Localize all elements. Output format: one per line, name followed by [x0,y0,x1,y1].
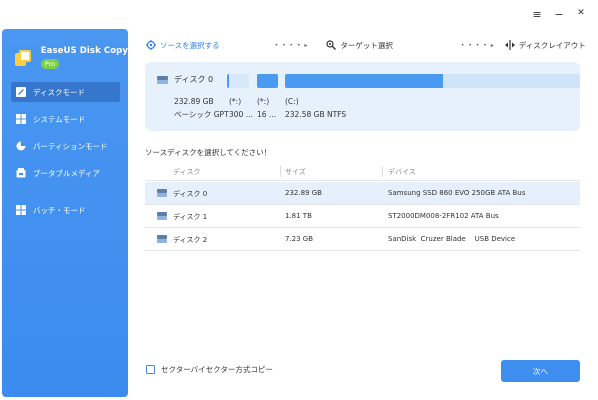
sidebar-item-disk-mode[interactable]: ディスクモード [11,82,120,102]
column-header-size[interactable]: サイズ [285,167,306,177]
app-logo: EaseUS Disk Copy Pro [2,29,128,69]
batch-mode-icon [16,205,26,215]
table-row[interactable]: ディスク 0 232.89 GB Samsung SSD 860 EVO 250… [145,182,580,204]
usb-disk-icon [157,235,167,243]
sidebar-item-system-mode[interactable]: システムモード [11,109,120,129]
partition-info-1: (*:) 300 ... [229,95,253,121]
disk-type: ベーシック GPT [174,110,229,119]
disk-info: 232.89 GB ベーシック GPT [174,95,229,121]
sidebar-item-label: システムモード [33,114,86,124]
partition-name: (C:) [285,97,299,106]
disk-icon [157,212,167,220]
cell-device: SanDisk Cruzer Blade USB Device [388,235,516,243]
sidebar-item-batch-mode[interactable]: バッチ・モード [11,200,120,220]
next-button[interactable]: 次へ [501,360,580,382]
app-window: ≡ − ✕ EaseUS Disk Copy Pro ディスクモード システムモ… [0,0,598,400]
step-label: ターゲット選択 [340,40,393,50]
disk-mode-icon [16,87,26,97]
cell-size: 1.81 TB [285,212,312,220]
sidebar-item-partition-mode[interactable]: パーティションモード [11,136,120,156]
wizard-steps: ソースを選択する • • • • ▸ ターゲット選択 • • • • ▸ ディス… [146,38,586,52]
sector-by-sector-option[interactable]: セクターバイセクター方式コピー [146,364,273,375]
cell-disk: ディスク 1 [173,213,208,221]
source-disk-prompt: ソースディスクを選択してください！ [145,148,272,157]
cell-disk: ディスク 0 [173,190,208,198]
cell-disk: ディスク 2 [173,236,208,244]
window-controls: ≡ − ✕ [526,8,592,21]
step-select-target[interactable]: ターゲット選択 [326,40,393,51]
partition-name: (*:) [257,97,270,106]
sector-by-sector-checkbox[interactable] [146,365,155,374]
divider [145,250,580,251]
step-separator: • • • • ▸ [460,41,495,49]
sidebar-nav: ディスクモード システムモード パーティションモード ブータブルメディア バッチ… [2,82,128,220]
sidebar-item-label: バッチ・モード [33,205,86,215]
table-row[interactable]: ディスク 2 7.23 GB SanDisk Cruzer Blade USB … [145,228,580,250]
menu-icon[interactable]: ≡ [526,8,548,21]
disk-table-header: ディスク サイズ デバイス [145,164,580,179]
sector-by-sector-label: セクターバイセクター方式コピー [161,365,273,374]
disk-size: 232.89 GB [174,97,214,106]
step-label: ソースを選択する [160,40,220,50]
partition-info-2: (*:) 16 ... [257,95,276,121]
sidebar-item-bootable-media[interactable]: ブータブルメディア [11,163,120,183]
app-name: EaseUS Disk Copy [40,46,128,56]
step-select-source[interactable]: ソースを選択する [146,40,220,51]
pie-chart-icon [16,141,26,151]
partition-bar-3[interactable] [285,74,580,88]
pro-badge: Pro [40,59,60,69]
close-icon[interactable]: ✕ [570,8,592,21]
partition-used-fill [285,74,443,88]
partition-info-3: (C:) 232.58 GB NTFS [285,95,346,121]
sidebar-item-label: ブータブルメディア [33,168,100,178]
selected-disk-panel: ディスク 0 232.89 GB ベーシック GPT (*:) 300 ... … [145,62,580,131]
crosshair-icon [146,40,156,50]
disk-title: ディスク 0 [174,75,214,84]
sidebar-item-label: ディスクモード [33,87,85,97]
cell-device: Samsung SSD 860 EVO 250GB ATA Bus [388,189,526,197]
column-header-disk[interactable]: ディスク [173,167,201,177]
cell-size: 232.89 GB [285,189,322,197]
step-disk-layout[interactable]: ディスクレイアウト [504,40,586,51]
windows-icon [16,114,26,124]
step-separator: • • • • ▸ [274,41,309,49]
target-search-icon [326,40,337,50]
partition-detail: 16 ... [257,110,277,119]
partition-bar-1[interactable] [227,74,249,88]
disk-icon [157,75,168,84]
cell-size: 7.23 GB [285,235,314,243]
partition-detail: 300 ... [229,110,253,119]
partition-bar-2[interactable] [257,74,278,88]
partition-name: (*:) [229,97,242,106]
divider [145,180,580,181]
table-row[interactable]: ディスク 1 1.81 TB ST2000DM008-2FR102 ATA Bu… [145,205,580,227]
step-label: ディスクレイアウト [518,40,586,50]
sidebar-item-label: パーティションモード [33,141,108,151]
column-header-device[interactable]: デバイス [388,167,416,177]
app-logo-icon [15,50,31,66]
layout-icon [504,40,515,50]
bootable-media-icon [16,168,26,178]
cell-device: ST2000DM008-2FR102 ATA Bus [388,212,499,220]
partition-detail: 232.58 GB NTFS [285,110,347,119]
sidebar: EaseUS Disk Copy Pro ディスクモード システムモード パーテ… [2,29,128,397]
minimize-icon[interactable]: − [548,8,570,21]
disk-icon [157,189,167,197]
